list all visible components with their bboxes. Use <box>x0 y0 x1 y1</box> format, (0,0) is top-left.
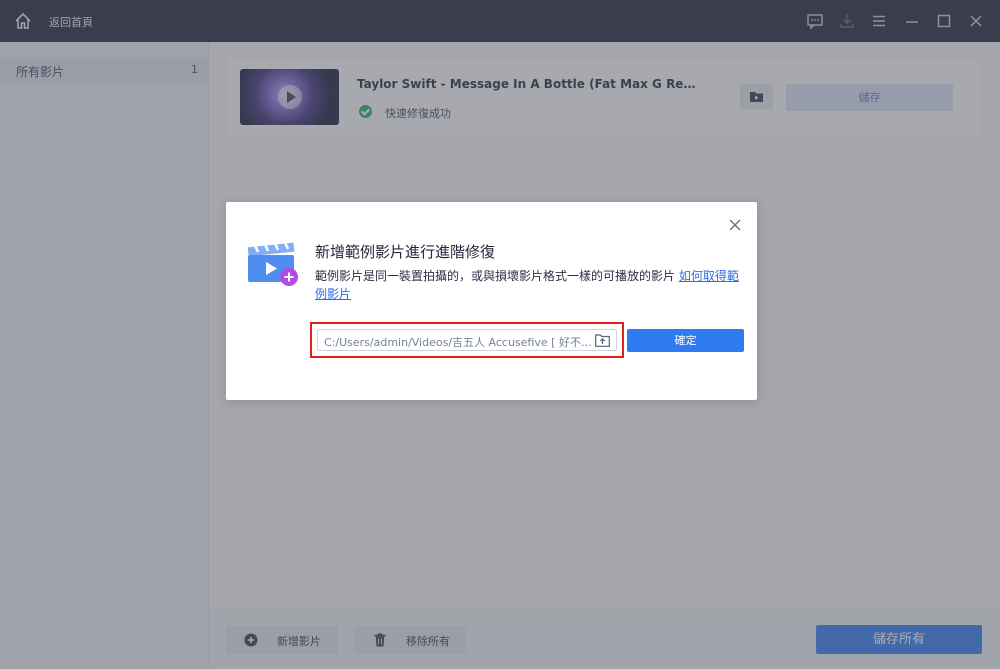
add-video-illustration-icon <box>247 239 300 288</box>
dialog-close-icon[interactable] <box>728 217 742 231</box>
dialog-description: 範例影片是同一裝置拍攝的，或與損壞影片格式一樣的可播放的影片 如何取得範例影片 <box>315 267 747 303</box>
description-text: 範例影片是同一裝置拍攝的，或與損壞影片格式一樣的可播放的影片 <box>315 269 679 283</box>
sample-video-path-input[interactable]: C:/Users/admin/Videos/吉五人 Accusefive [ 好… <box>317 329 617 351</box>
path-value: C:/Users/admin/Videos/吉五人 Accusefive [ 好… <box>324 336 594 349</box>
dialog-title: 新增範例影片進行進階修復 <box>315 243 496 261</box>
browse-folder-icon[interactable] <box>595 333 610 347</box>
sample-video-dialog: 新增範例影片進行進階修復 範例影片是同一裝置拍攝的，或與損壞影片格式一樣的可播放… <box>226 202 757 400</box>
confirm-button[interactable]: 確定 <box>627 329 744 352</box>
highlighted-path-field: C:/Users/admin/Videos/吉五人 Accusefive [ 好… <box>310 322 624 358</box>
